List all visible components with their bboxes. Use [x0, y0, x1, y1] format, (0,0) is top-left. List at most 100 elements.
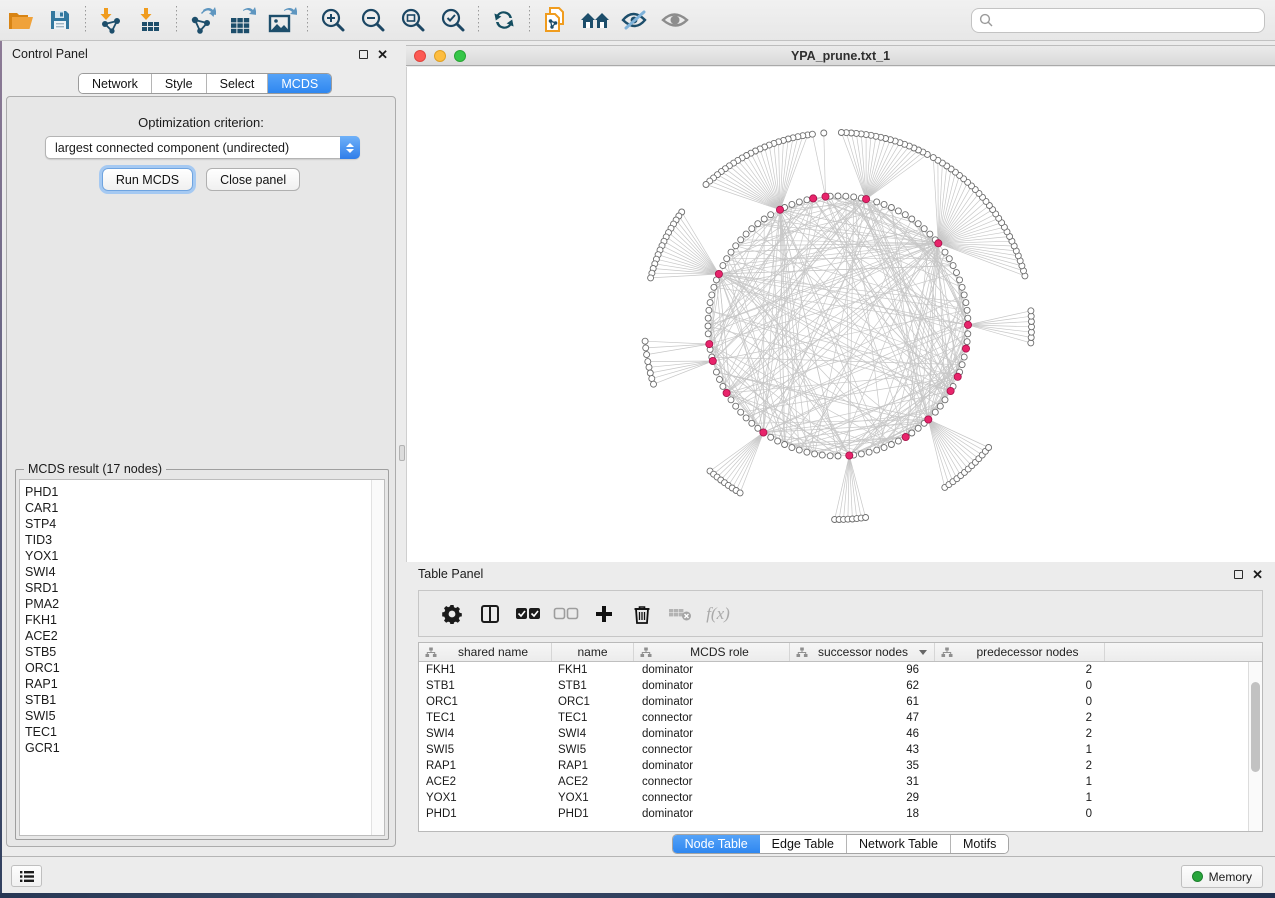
network-graph[interactable] — [407, 67, 1275, 562]
window-zoom-icon[interactable] — [454, 50, 466, 62]
tab-motifs[interactable]: Motifs — [951, 835, 1008, 853]
window-close-icon[interactable] — [414, 50, 426, 62]
gear-icon[interactable] — [433, 595, 471, 633]
hide-selected-icon[interactable] — [615, 3, 655, 37]
column-header-predecessor-nodes[interactable]: predecessor nodes — [935, 643, 1105, 661]
tab-network[interactable]: Network — [79, 74, 152, 93]
refresh-network-icon[interactable] — [484, 3, 524, 37]
duplicate-network-icon[interactable] — [535, 3, 575, 37]
float-table-panel-icon[interactable] — [1234, 570, 1243, 579]
table-row[interactable]: YOX1YOX1connector291 — [419, 790, 1248, 806]
mcds-result-item[interactable]: PMA2 — [20, 596, 370, 612]
dropdown-stepper-icon — [340, 136, 360, 159]
mcds-result-item[interactable]: SWI5 — [20, 708, 370, 724]
columns-icon[interactable] — [471, 595, 509, 633]
network-titlebar[interactable]: YPA_prune.txt_1 — [406, 45, 1275, 66]
table-cell: RAP1 — [419, 758, 552, 774]
import-table-icon[interactable] — [131, 3, 171, 37]
table-row[interactable]: RAP1RAP1dominator352 — [419, 758, 1248, 774]
vertical-splitter[interactable] — [398, 42, 406, 856]
show-all-icon[interactable] — [655, 3, 695, 37]
table-row[interactable]: SWI5SWI5connector431 — [419, 742, 1248, 758]
toolbar-separator — [307, 6, 308, 34]
mcds-result-item[interactable]: FKH1 — [20, 612, 370, 628]
task-history-button[interactable] — [11, 865, 42, 887]
window-minimize-icon[interactable] — [434, 50, 446, 62]
save-session-icon[interactable] — [40, 3, 80, 37]
table-row[interactable]: PHD1PHD1dominator180 — [419, 806, 1248, 822]
mcds-result-item[interactable]: ORC1 — [20, 660, 370, 676]
table-cell: ACE2 — [419, 774, 552, 790]
attribute-type-icon — [941, 647, 953, 658]
scrollbar-thumb[interactable] — [1251, 682, 1260, 772]
run-mcds-button[interactable]: Run MCDS — [102, 168, 193, 191]
zoom-selected-icon[interactable] — [433, 3, 473, 37]
table-scrollbar[interactable] — [1248, 662, 1262, 831]
open-file-icon[interactable] — [0, 3, 40, 37]
mcds-result-item[interactable]: STB1 — [20, 692, 370, 708]
network-title: YPA_prune.txt_1 — [406, 49, 1275, 63]
table-row[interactable]: FKH1FKH1dominator962 — [419, 662, 1248, 678]
search-field[interactable] — [971, 8, 1265, 33]
splitter-handle-icon[interactable] — [399, 445, 405, 461]
mcds-result-item[interactable]: STP4 — [20, 516, 370, 532]
table-cell: 1 — [935, 790, 1105, 806]
export-table-icon[interactable] — [222, 3, 262, 37]
mcds-result-item[interactable]: YOX1 — [20, 548, 370, 564]
tab-style[interactable]: Style — [152, 74, 207, 93]
mcds-result-item[interactable]: PHD1 — [20, 484, 370, 500]
select-all-icon[interactable] — [509, 595, 547, 633]
table-toolbar: f(x) — [418, 590, 1263, 637]
zoom-fit-icon[interactable] — [393, 3, 433, 37]
mcds-result-item[interactable]: SWI4 — [20, 564, 370, 580]
tab-network-table[interactable]: Network Table — [847, 835, 951, 853]
delete-table-icon — [661, 595, 699, 633]
table-row[interactable]: ORC1ORC1dominator610 — [419, 694, 1248, 710]
mcds-result-item[interactable]: SRD1 — [20, 580, 370, 596]
close-panel-button[interactable]: Close panel — [206, 168, 300, 191]
table-cell: 2 — [935, 662, 1105, 678]
close-panel-icon[interactable]: ✕ — [377, 50, 388, 59]
search-input[interactable] — [993, 13, 1257, 27]
table-cell: 96 — [790, 662, 935, 678]
table-row[interactable]: SWI4SWI4dominator462 — [419, 726, 1248, 742]
add-column-icon[interactable] — [585, 595, 623, 633]
mcds-result-item[interactable]: RAP1 — [20, 676, 370, 692]
column-header-MCDS-role[interactable]: MCDS role — [634, 643, 790, 661]
table-row[interactable]: TEC1TEC1connector472 — [419, 710, 1248, 726]
mcds-result-item[interactable]: GCR1 — [20, 740, 370, 756]
tab-select[interactable]: Select — [207, 74, 269, 93]
mcds-result-item[interactable]: TEC1 — [20, 724, 370, 740]
column-header-shared-name[interactable]: shared name — [419, 643, 552, 661]
attribute-type-icon — [640, 647, 652, 658]
mcds-result-item[interactable]: CAR1 — [20, 500, 370, 516]
zoom-out-icon[interactable] — [353, 3, 393, 37]
table-cell: 46 — [790, 726, 935, 742]
zoom-in-icon[interactable] — [313, 3, 353, 37]
float-panel-icon[interactable] — [359, 50, 368, 59]
control-panel-tabs: Network Style Select MCDS — [78, 73, 332, 94]
table-row[interactable]: ACE2ACE2connector311 — [419, 774, 1248, 790]
close-table-panel-icon[interactable]: ✕ — [1252, 570, 1263, 579]
tab-edge-table[interactable]: Edge Table — [760, 835, 847, 853]
memory-button[interactable]: Memory — [1181, 865, 1263, 888]
control-panel: Control Panel ✕ Network Style Select MCD… — [2, 42, 398, 856]
network-canvas[interactable] — [406, 67, 1275, 562]
import-network-icon[interactable] — [91, 3, 131, 37]
deselect-all-icon[interactable] — [547, 595, 585, 633]
table-row[interactable]: STB1STB1dominator620 — [419, 678, 1248, 694]
tab-node-table[interactable]: Node Table — [673, 835, 760, 853]
first-neighbors-icon[interactable] — [575, 3, 615, 37]
tab-mcds[interactable]: MCDS — [268, 74, 331, 93]
mcds-list-scrollbar[interactable] — [371, 480, 384, 835]
mcds-result-item[interactable]: STB5 — [20, 644, 370, 660]
mcds-result-listbox[interactable]: PHD1CAR1STP4TID3YOX1SWI4SRD1PMA2FKH1ACE2… — [19, 479, 385, 836]
criterion-dropdown[interactable]: largest connected component (undirected) — [45, 136, 360, 159]
column-header-successor-nodes[interactable]: successor nodes — [790, 643, 935, 661]
export-image-icon[interactable] — [262, 3, 302, 37]
mcds-result-item[interactable]: ACE2 — [20, 628, 370, 644]
export-network-icon[interactable] — [182, 3, 222, 37]
delete-column-icon[interactable] — [623, 595, 661, 633]
mcds-result-item[interactable]: TID3 — [20, 532, 370, 548]
column-header-name[interactable]: name — [552, 643, 634, 661]
